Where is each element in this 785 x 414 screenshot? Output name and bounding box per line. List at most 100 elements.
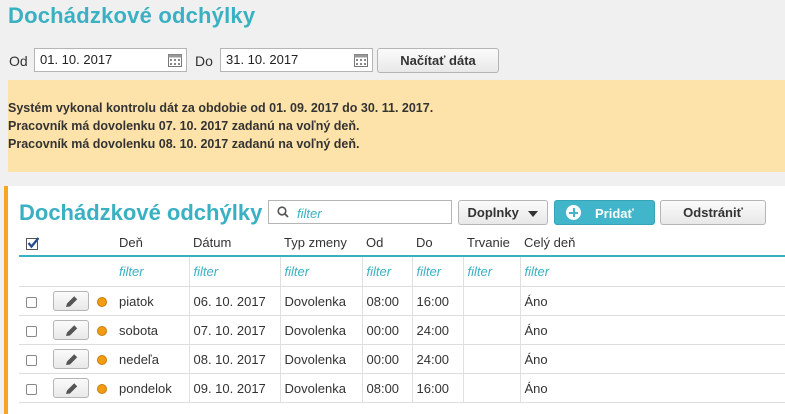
status-dot-icon (97, 326, 107, 337)
filter-from[interactable]: filter (361, 256, 412, 287)
row-checkbox[interactable] (26, 354, 37, 366)
cell-full-day: Áno (519, 344, 785, 374)
from-date-value: 01. 10. 2017 (40, 52, 113, 67)
addons-label: Doplnky (467, 205, 519, 220)
calendar-icon[interactable] (354, 53, 368, 67)
add-button[interactable]: Pridať (554, 200, 655, 225)
from-label: Od (9, 53, 28, 69)
caret-down-icon (528, 210, 539, 217)
cell-shift-type: Dovolenka (279, 286, 362, 316)
filter-date[interactable]: filter (188, 256, 280, 287)
to-date-value: 31. 10. 2017 (226, 52, 299, 67)
check-icon (27, 236, 39, 248)
alert-line: Pracovník má dovolenku 07. 10. 2017 zada… (8, 119, 360, 133)
cell-from: 00:00 (361, 344, 412, 374)
cell-date: 06. 10. 2017 (188, 286, 280, 316)
plus-circle-icon (566, 205, 581, 220)
cell-day: nedeľa (115, 344, 189, 374)
column-header-shift-type[interactable]: Typ zmeny (280, 230, 362, 257)
row-status-cell (97, 286, 115, 316)
edit-button[interactable] (53, 320, 89, 340)
cell-day: piatok (115, 286, 189, 316)
row-select-cell (19, 286, 49, 316)
filter-full-day[interactable]: filter (519, 256, 785, 287)
cell-to: 24:00 (411, 344, 463, 374)
absences-table: Deň Dátum Typ zmeny Od Do Trvanie Celý d… (19, 230, 785, 403)
alert-line: Systém vykonal kontrolu dát za obdobie o… (8, 101, 434, 115)
cell-to: 24:00 (411, 315, 463, 345)
table-row[interactable]: sobota 07. 10. 2017 Dovolenka 00:00 24:0… (19, 315, 785, 345)
row-select-cell (19, 373, 49, 403)
status-dot-icon (97, 384, 107, 395)
remove-button[interactable]: Odstrániť (660, 200, 766, 225)
status-dot-icon (97, 297, 107, 308)
cell-day: sobota (115, 315, 189, 345)
row-checkbox[interactable] (26, 325, 37, 337)
cell-shift-type: Dovolenka (279, 315, 362, 345)
cell-duration (462, 373, 520, 403)
row-edit-cell (49, 315, 97, 345)
cell-full-day: Áno (519, 286, 785, 316)
filter-shift-type[interactable]: filter (279, 256, 362, 287)
pencil-icon (66, 295, 78, 307)
filter-duration[interactable]: filter (462, 256, 520, 287)
column-header-date[interactable]: Dátum (189, 230, 280, 257)
status-dot-icon (97, 355, 107, 366)
row-status-cell (97, 344, 115, 374)
cell-from: 08:00 (361, 286, 412, 316)
row-checkbox[interactable] (26, 296, 37, 308)
row-select-cell (19, 344, 49, 374)
row-status-cell (97, 315, 115, 345)
row-edit-cell (49, 344, 97, 374)
cell-shift-type: Dovolenka (279, 344, 362, 374)
edit-button[interactable] (53, 378, 89, 398)
search-input[interactable] (268, 200, 452, 224)
table-row[interactable]: piatok 06. 10. 2017 Dovolenka 08:00 16:0… (19, 286, 785, 316)
cell-date: 08. 10. 2017 (188, 344, 280, 374)
to-label: Do (195, 53, 213, 69)
cell-from: 08:00 (361, 373, 412, 403)
cell-full-day: Áno (519, 315, 785, 345)
calendar-icon[interactable] (168, 53, 182, 67)
filter-to[interactable]: filter (411, 256, 463, 287)
row-edit-cell (49, 373, 97, 403)
page-title: Dochádzkové odchýlky (8, 3, 256, 28)
from-date-input[interactable]: 01. 10. 2017 (34, 48, 187, 72)
cell-full-day: Áno (519, 373, 785, 403)
to-date-input[interactable]: 31. 10. 2017 (220, 48, 373, 72)
validation-alert: Systém vykonal kontrolu dát za obdobie o… (8, 80, 785, 172)
table-header: Deň Dátum Typ zmeny Od Do Trvanie Celý d… (19, 230, 785, 257)
column-header-day[interactable]: Deň (115, 230, 189, 257)
cell-duration (462, 315, 520, 345)
table-row[interactable]: pondelok 09. 10. 2017 Dovolenka 08:00 16… (19, 373, 785, 403)
edit-button[interactable] (53, 349, 89, 369)
cell-from: 00:00 (361, 315, 412, 345)
row-select-cell (19, 315, 49, 345)
cell-to: 16:00 (411, 286, 463, 316)
select-all-checkbox[interactable] (26, 236, 39, 250)
table-row[interactable]: nedeľa 08. 10. 2017 Dovolenka 00:00 24:0… (19, 344, 785, 374)
alert-line: Pracovník má dovolenku 08. 10. 2017 zada… (8, 137, 360, 151)
column-header-duration[interactable]: Trvanie (463, 230, 520, 257)
edit-button[interactable] (53, 291, 89, 311)
table-body: piatok 06. 10. 2017 Dovolenka 08:00 16:0… (19, 286, 785, 403)
search-icon (277, 206, 289, 218)
filter-day[interactable]: filter (115, 256, 189, 287)
cell-shift-type: Dovolenka (279, 373, 362, 403)
pencil-icon (66, 324, 78, 336)
load-data-button[interactable]: Načítať dáta (377, 48, 499, 73)
column-header-from[interactable]: Od (362, 230, 412, 257)
add-label: Pridať (595, 206, 634, 221)
row-edit-cell (49, 286, 97, 316)
filter-row: filter filter filter filter filter filte… (19, 256, 785, 287)
panel-title: Dochádzkové odchýlky (19, 200, 263, 225)
column-header-to[interactable]: Do (412, 230, 463, 257)
cell-to: 16:00 (411, 373, 463, 403)
row-checkbox[interactable] (26, 383, 37, 395)
pencil-icon (66, 353, 78, 365)
select-all-cell (19, 230, 49, 257)
addons-dropdown-button[interactable]: Doplnky (458, 200, 548, 225)
search-field[interactable] (295, 203, 449, 223)
column-header-full-day[interactable]: Celý deň (520, 230, 785, 257)
pencil-icon (66, 382, 78, 394)
